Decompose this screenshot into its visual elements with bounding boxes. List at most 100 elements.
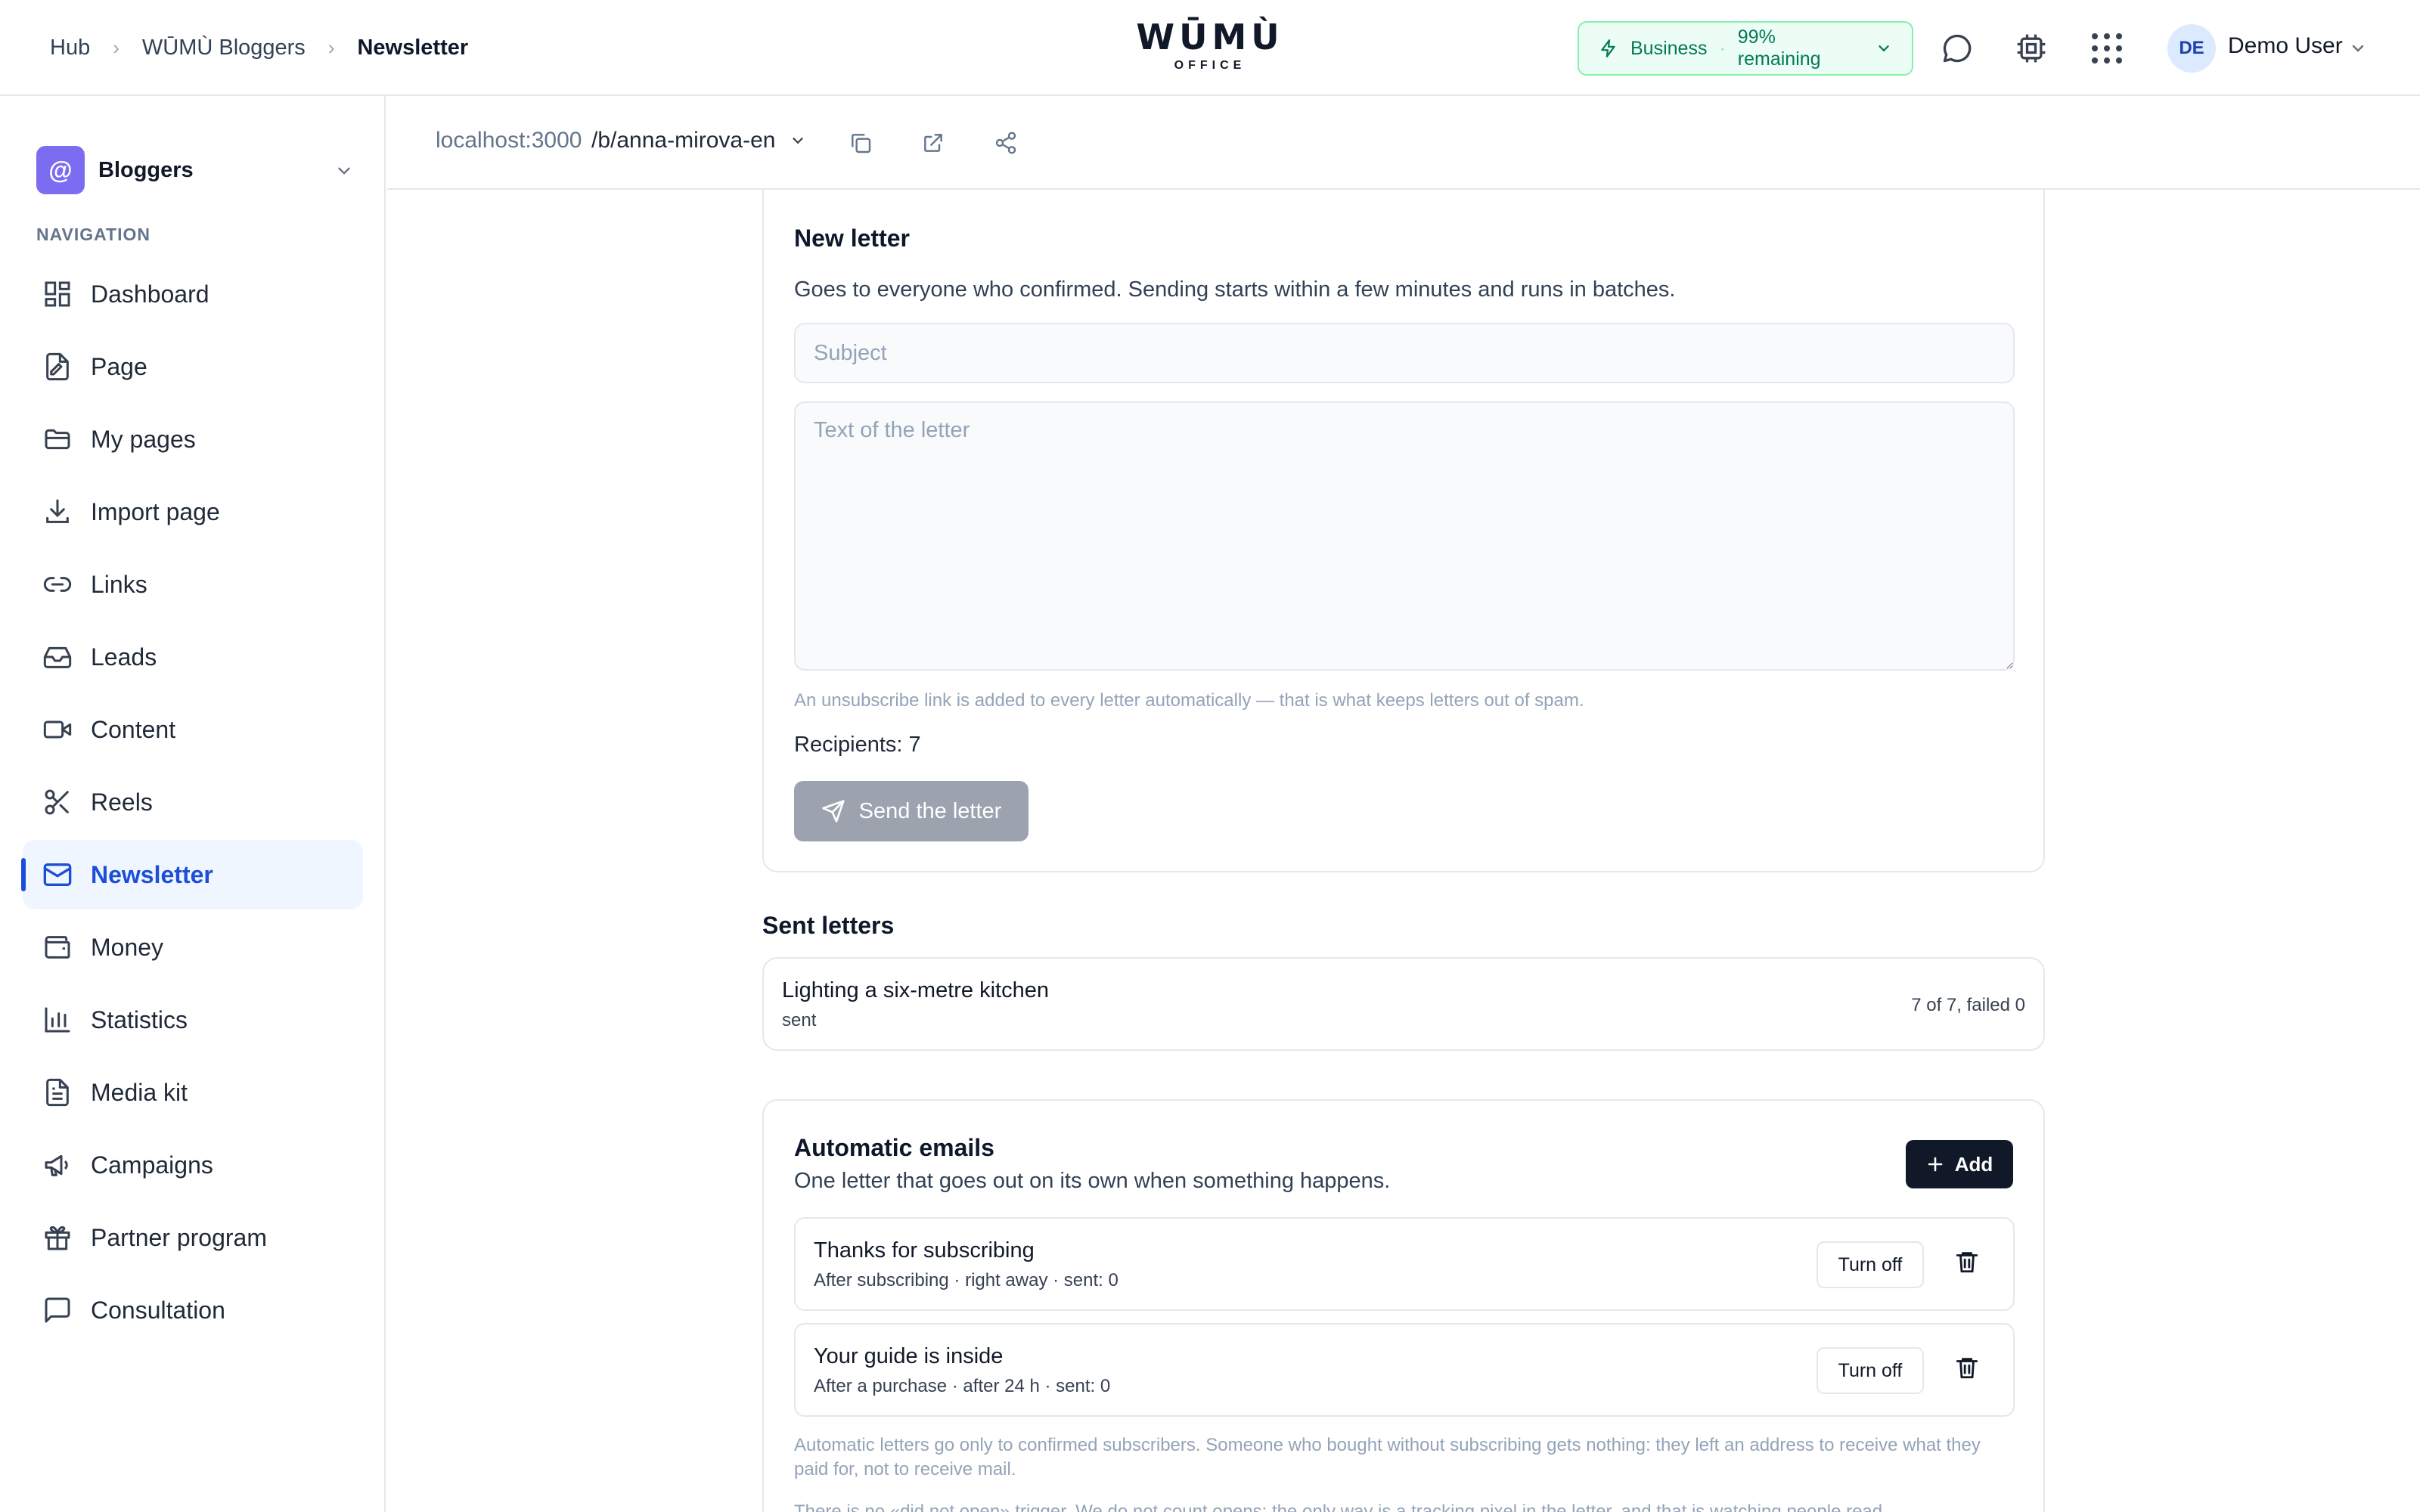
unsubscribe-hint: An unsubscribe link is added to every le…: [794, 690, 1584, 711]
logo-wordmark: WŪMÙ: [1136, 17, 1284, 57]
sidebar-item-dashboard[interactable]: Dashboard: [23, 259, 363, 329]
plus-icon: [1926, 1155, 1944, 1173]
automatic-emails-description: One letter that goes out on its own when…: [794, 1169, 1391, 1193]
add-automatic-email-button[interactable]: Add: [1906, 1140, 2013, 1188]
automatic-emails-note: Automatic letters go only to confirmed s…: [794, 1435, 1981, 1479]
new-letter-title: New letter: [794, 225, 910, 252]
lightning-icon: [1599, 37, 1618, 60]
sent-letter-stats: 7 of 7, failed 0: [1911, 995, 2025, 1015]
trash-icon[interactable]: [1954, 1355, 1980, 1380]
plan-name: Business: [1630, 37, 1708, 59]
list-item[interactable]: Lighting a six-metre kitchen sent 7 of 7…: [762, 957, 2045, 1051]
avatar[interactable]: DE: [2167, 24, 2216, 73]
sidebar-item-my-pages[interactable]: My pages: [23, 404, 363, 474]
nav-list: Dashboard Page My pages Import page Link…: [21, 259, 363, 1348]
automatic-emails-title: Automatic emails: [794, 1134, 994, 1161]
cpu-chip-icon: [2015, 32, 2048, 65]
external-link-icon[interactable]: [915, 125, 951, 161]
sidebar-item-newsletter[interactable]: Newsletter: [21, 840, 363, 909]
wallet-icon: [41, 931, 74, 964]
share-icon[interactable]: [988, 125, 1024, 161]
trash-icon[interactable]: [1954, 1249, 1980, 1275]
sidebar-item-consultation[interactable]: Consultation: [23, 1275, 363, 1345]
scissors-icon: [41, 785, 74, 819]
breadcrumb-newsletter: Newsletter: [357, 36, 469, 60]
link-icon: [41, 568, 74, 601]
sidebar-item-money[interactable]: Money: [23, 912, 363, 982]
sent-letter-status: sent: [782, 1010, 817, 1030]
top-bar: Hub › WŪMÙ Bloggers › Newsletter WŪMÙ OF…: [0, 0, 2420, 96]
logo-subtitle: OFFICE: [1174, 59, 1246, 72]
chevron-down-icon: [1876, 40, 1892, 57]
url-bar: localhost:3000 /b/anna-mirova-en: [387, 96, 2420, 190]
automatic-email-title: Your guide is inside: [814, 1344, 1004, 1368]
page-icon: [41, 350, 74, 383]
document-icon: [41, 1076, 74, 1109]
subject-input[interactable]: [794, 323, 2015, 383]
user-menu-chevron-down-icon[interactable]: [2349, 39, 2367, 57]
gift-icon: [41, 1221, 74, 1254]
plan-status-button[interactable]: Business · 99% remaining: [1578, 21, 1913, 76]
list-item: Thanks for subscribing After subscribing…: [794, 1217, 2015, 1311]
workspace-switcher[interactable]: @ Bloggers: [36, 146, 354, 194]
sidebar-item-label: Partner program: [91, 1223, 267, 1251]
dashboard-icon: [41, 277, 74, 311]
workspace-name: Bloggers: [98, 157, 194, 182]
sidebar-item-leads[interactable]: Leads: [23, 622, 363, 692]
url-path-selector[interactable]: /b/anna-mirova-en: [591, 128, 775, 153]
new-letter-description: Goes to everyone who confirmed. Sending …: [794, 277, 1676, 302]
apps-grid-icon: [2089, 30, 2125, 67]
chip-button[interactable]: [2012, 29, 2051, 68]
chevron-down-icon: [334, 161, 354, 181]
inbox-icon: [41, 640, 74, 674]
breadcrumb-hub[interactable]: Hub: [50, 36, 90, 60]
list-item: Your guide is inside After a purchase · …: [794, 1323, 2015, 1417]
user-name[interactable]: Demo User: [2228, 33, 2343, 59]
sidebar-item-label: Page: [91, 352, 147, 380]
automatic-emails-card: Automatic emails One letter that goes ou…: [762, 1099, 2045, 1512]
sidebar-item-statistics[interactable]: Statistics: [23, 985, 363, 1055]
megaphone-icon: [41, 1148, 74, 1182]
folder-icon: [41, 423, 74, 456]
sent-letters-title: Sent letters: [762, 912, 895, 939]
breadcrumb-separator-icon: ›: [113, 36, 119, 59]
sidebar-item-label: Content: [91, 715, 176, 743]
sidebar-item-label: Reels: [91, 788, 153, 816]
sidebar-item-media-kit[interactable]: Media kit: [23, 1058, 363, 1127]
chat-icon: [41, 1294, 74, 1327]
download-icon: [41, 495, 74, 528]
sidebar-item-reels[interactable]: Reels: [23, 767, 363, 837]
automatic-emails-note-2: There is no «did not open» trigger. We d…: [794, 1501, 1888, 1512]
sidebar: @ Bloggers NAVIGATION Dashboard Page My …: [0, 96, 386, 1512]
send-letter-button[interactable]: Send the letter: [794, 781, 1028, 841]
chevron-down-icon[interactable]: [790, 132, 806, 149]
sidebar-item-import-page[interactable]: Import page: [23, 477, 363, 547]
sent-letter-title: Lighting a six-metre kitchen: [782, 978, 1049, 1002]
logo[interactable]: WŪMÙ OFFICE: [1134, 17, 1286, 73]
automatic-email-meta: After subscribing · right away · sent: 0: [814, 1270, 1118, 1290]
sidebar-item-content[interactable]: Content: [23, 695, 363, 764]
copy-icon[interactable]: [842, 125, 879, 161]
breadcrumb-bloggers[interactable]: WŪMÙ Bloggers: [142, 36, 306, 60]
sidebar-item-label: Dashboard: [91, 280, 209, 308]
sidebar-item-label: Consultation: [91, 1296, 225, 1324]
automatic-email-meta: After a purchase · after 24 h · sent: 0: [814, 1376, 1111, 1396]
sidebar-item-label: Statistics: [91, 1005, 188, 1033]
new-letter-card: New letter Goes to everyone who confirme…: [762, 190, 2045, 872]
turn-off-button[interactable]: Turn off: [1817, 1347, 1924, 1394]
turn-off-button[interactable]: Turn off: [1817, 1241, 1924, 1288]
sidebar-item-campaigns[interactable]: Campaigns: [23, 1130, 363, 1200]
letter-text-input[interactable]: [794, 401, 2015, 671]
sidebar-item-page[interactable]: Page: [23, 332, 363, 401]
video-icon: [41, 713, 74, 746]
sidebar-item-links[interactable]: Links: [23, 550, 363, 619]
url-host: localhost:3000: [436, 128, 582, 153]
sidebar-item-label: Leads: [91, 643, 157, 671]
sidebar-item-label: My pages: [91, 425, 196, 453]
apps-button[interactable]: [2087, 29, 2127, 68]
workspace-badge: @: [36, 146, 85, 194]
sidebar-item-partner-program[interactable]: Partner program: [23, 1203, 363, 1272]
mail-icon: [41, 858, 74, 891]
messages-button[interactable]: [1938, 29, 1977, 68]
send-letter-label: Send the letter: [858, 798, 1002, 823]
